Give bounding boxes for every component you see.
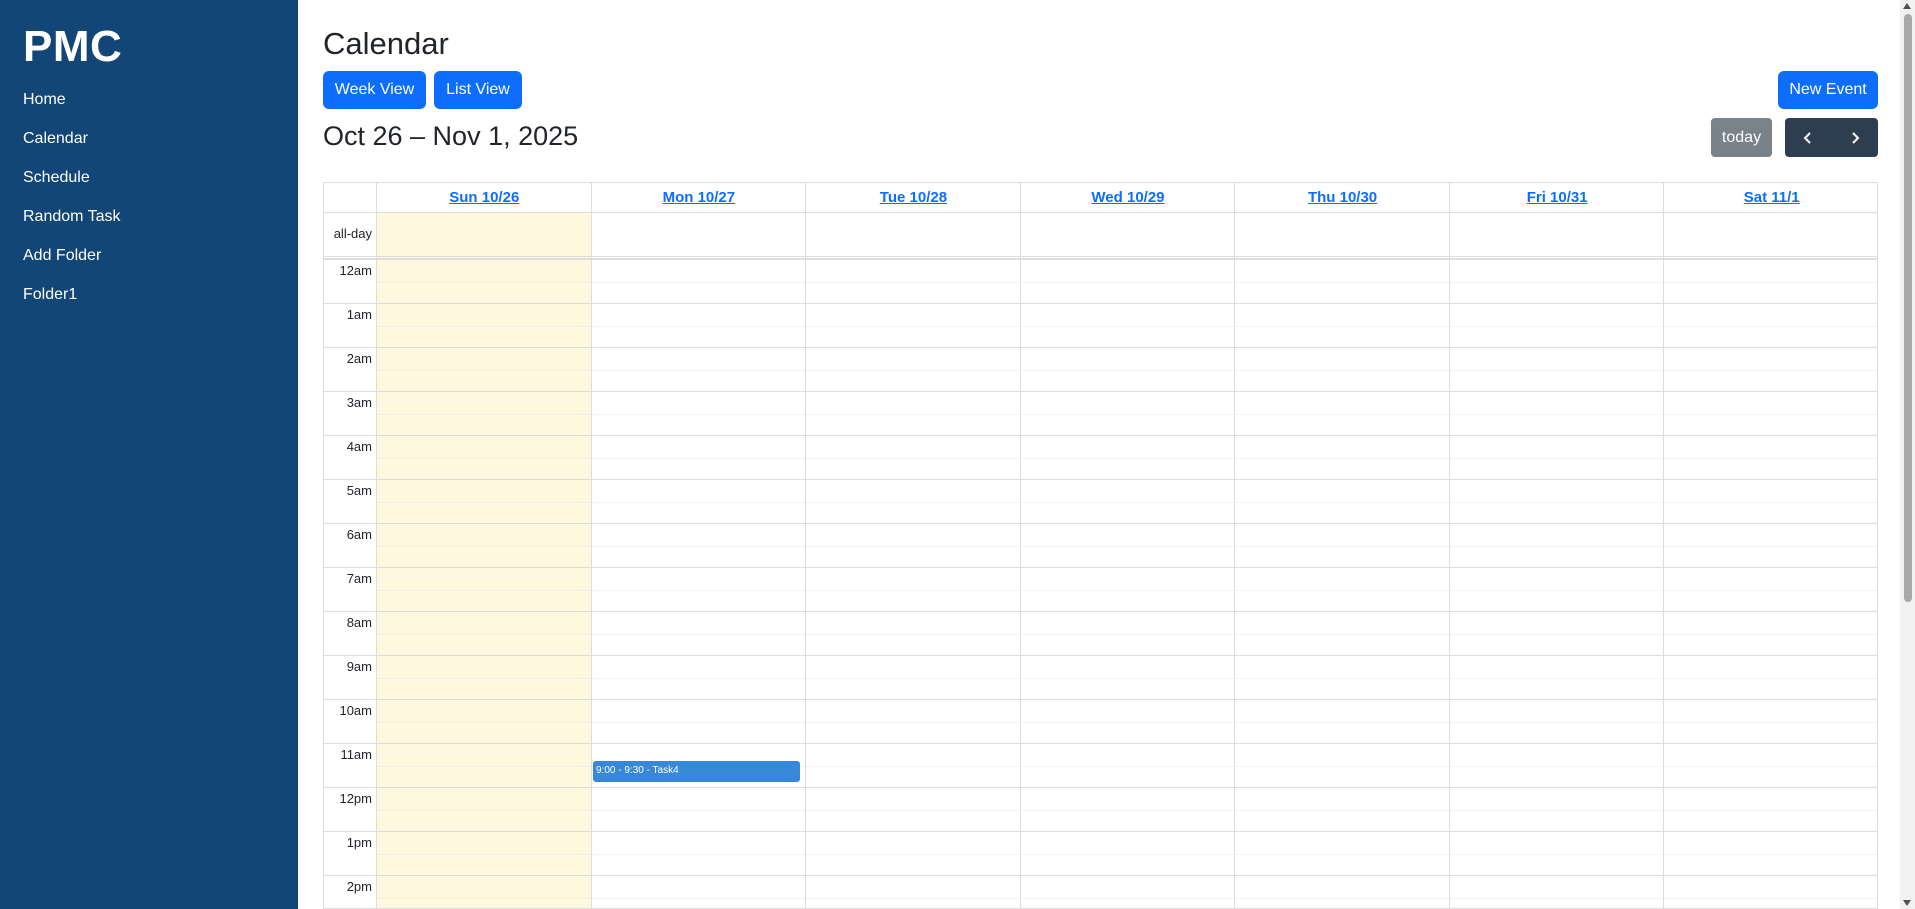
chevron-left-icon xyxy=(1803,131,1811,144)
time-label: 5am xyxy=(346,483,372,498)
time-label: 12am xyxy=(339,263,372,278)
time-slot[interactable]: 3am xyxy=(324,391,1877,435)
time-label: 2am xyxy=(346,351,372,366)
day-header-5[interactable]: Fri 10/31 xyxy=(1450,183,1665,212)
prev-button[interactable] xyxy=(1785,118,1832,157)
brand-logo[interactable]: PMC xyxy=(23,22,122,72)
sidebar: PMC Home Calendar Schedule Random Task A… xyxy=(0,0,298,909)
time-label: 12pm xyxy=(339,791,372,806)
calendar-grid: Sun 10/26 Mon 10/27 Tue 10/28 Wed 10/29 Thu … xyxy=(323,182,1878,909)
main-content: Calendar Week View List View New Event O… xyxy=(323,0,1878,909)
sidebar-item-random-task[interactable]: Random Task xyxy=(23,205,121,244)
half-hour-line xyxy=(377,722,1877,723)
column-divider xyxy=(1663,183,1665,908)
time-slot[interactable]: 2am xyxy=(324,347,1877,391)
day-header-2[interactable]: Tue 10/28 xyxy=(806,183,1021,212)
scroll-up-arrow-icon[interactable] xyxy=(1903,3,1911,9)
today-button[interactable]: today xyxy=(1711,118,1772,157)
column-divider xyxy=(1019,183,1021,908)
allday-label: all-day xyxy=(333,226,372,241)
time-label: 1pm xyxy=(346,835,372,850)
column-divider xyxy=(805,183,807,908)
time-slot[interactable]: 10am xyxy=(324,699,1877,743)
time-label: 9am xyxy=(346,659,372,674)
time-slot[interactable]: 1am xyxy=(324,303,1877,347)
time-label: 8am xyxy=(346,615,372,630)
sidebar-nav: Home Calendar Schedule Random Task Add F… xyxy=(23,88,121,322)
half-hour-line xyxy=(377,634,1877,635)
week-view-button[interactable]: Week View xyxy=(323,71,426,109)
time-label: 2pm xyxy=(346,879,372,894)
scroll-down-arrow-icon[interactable] xyxy=(1903,900,1911,906)
time-slot[interactable]: 9am xyxy=(324,655,1877,699)
page-title: Calendar xyxy=(323,26,449,61)
time-slot[interactable]: 12pm xyxy=(324,787,1877,831)
day-header-4[interactable]: Thu 10/30 xyxy=(1235,183,1450,212)
half-hour-line xyxy=(377,414,1877,415)
list-view-button[interactable]: List View xyxy=(434,71,522,109)
sidebar-item-folder1[interactable]: Folder1 xyxy=(23,283,121,322)
time-slot[interactable]: 6am xyxy=(324,523,1877,567)
time-label: 6am xyxy=(346,527,372,542)
time-grid: 12am 1am 2am 3am 4am 5am 6am 7am 8am 9am 10am 11am 1… xyxy=(324,259,1877,908)
scroll-thumb[interactable] xyxy=(1904,14,1912,602)
time-slot[interactable]: 11am xyxy=(324,743,1877,787)
sidebar-item-add-folder[interactable]: Add Folder xyxy=(23,244,121,283)
day-header-3[interactable]: Wed 10/29 xyxy=(1021,183,1236,212)
time-label: 11am xyxy=(340,747,372,762)
time-slot[interactable]: 1pm xyxy=(324,831,1877,875)
half-hour-line xyxy=(377,370,1877,371)
calendar-event[interactable]: 9:00 - 9:30 - Task4 xyxy=(593,761,800,782)
sidebar-item-calendar[interactable]: Calendar xyxy=(23,127,121,166)
day-header-row: Sun 10/26 Mon 10/27 Tue 10/28 Wed 10/29 Thu … xyxy=(324,183,1877,213)
time-label: 7am xyxy=(346,571,372,586)
time-label: 10am xyxy=(339,703,372,718)
page-scrollbar[interactable] xyxy=(1900,0,1915,909)
column-divider xyxy=(1234,183,1236,908)
time-slot[interactable]: 12am xyxy=(324,259,1877,303)
half-hour-line xyxy=(377,458,1877,459)
half-hour-line xyxy=(377,854,1877,855)
time-slot[interactable]: 7am xyxy=(324,567,1877,611)
sidebar-item-home[interactable]: Home xyxy=(23,88,121,127)
time-label: 4am xyxy=(346,439,372,454)
half-hour-line xyxy=(377,326,1877,327)
allday-row: all-day xyxy=(324,212,1877,259)
half-hour-line xyxy=(377,810,1877,811)
prev-next-group xyxy=(1785,118,1878,157)
day-header-0[interactable]: Sun 10/26 xyxy=(377,183,592,212)
column-divider xyxy=(1448,183,1450,908)
half-hour-line xyxy=(377,590,1877,591)
time-slot[interactable]: 5am xyxy=(324,479,1877,523)
new-event-button[interactable]: New Event xyxy=(1778,71,1878,109)
date-range-title: Oct 26 – Nov 1, 2025 xyxy=(323,121,579,151)
half-hour-line xyxy=(377,282,1877,283)
half-hour-line xyxy=(377,898,1877,899)
half-hour-line xyxy=(377,678,1877,679)
half-hour-line xyxy=(377,502,1877,503)
time-label: 3am xyxy=(346,395,372,410)
time-slot[interactable]: 2pm xyxy=(324,875,1877,908)
column-divider xyxy=(376,183,377,908)
sidebar-item-schedule[interactable]: Schedule xyxy=(23,166,121,205)
half-hour-line xyxy=(377,546,1877,547)
day-header-6[interactable]: Sat 11/1 xyxy=(1664,183,1877,212)
day-header-1[interactable]: Mon 10/27 xyxy=(592,183,807,212)
chevron-right-icon xyxy=(1852,131,1860,144)
time-slot[interactable]: 8am xyxy=(324,611,1877,655)
column-divider xyxy=(590,183,592,908)
next-button[interactable] xyxy=(1832,118,1879,157)
time-label: 1am xyxy=(346,307,372,322)
time-slot[interactable]: 4am xyxy=(324,435,1877,479)
